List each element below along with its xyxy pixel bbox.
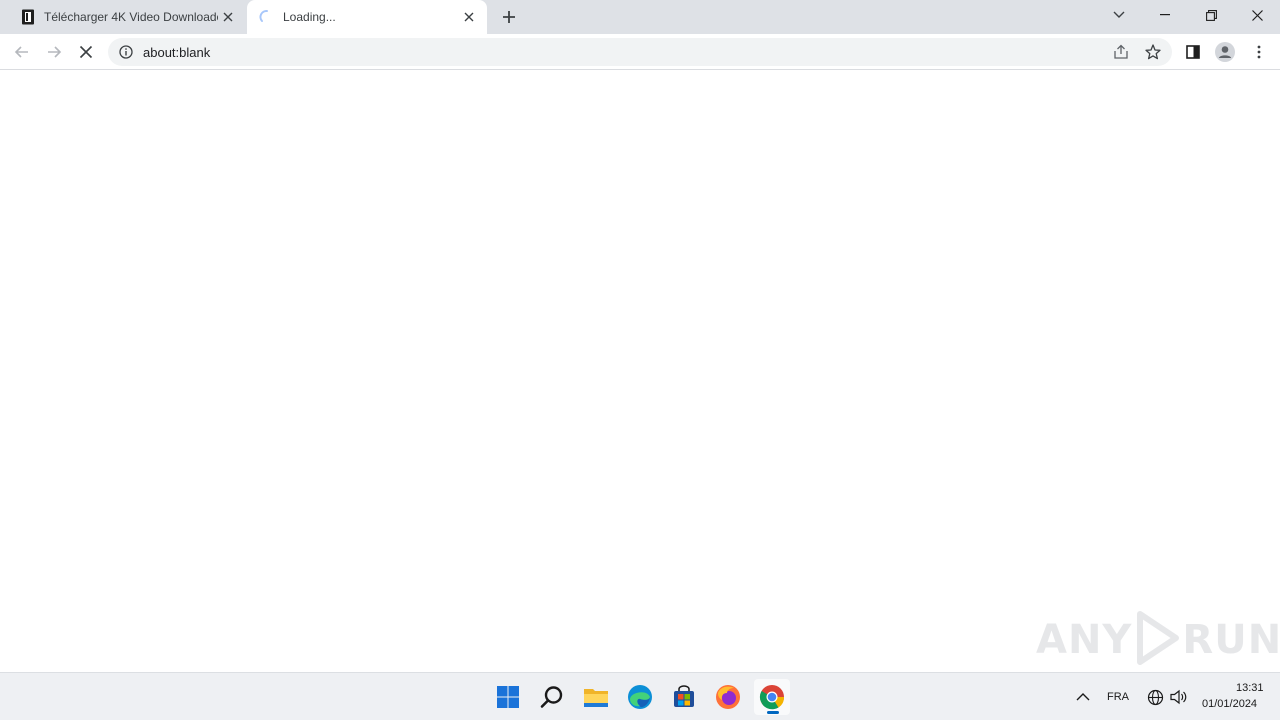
back-button[interactable] — [9, 39, 35, 65]
active-app-indicator — [767, 711, 779, 714]
address-bar[interactable]: about:blank — [108, 38, 1172, 66]
show-hidden-icons-chevron-icon[interactable] — [1074, 688, 1092, 706]
input-language-indicator[interactable]: FRA — [1107, 691, 1129, 703]
share-icon[interactable] — [1112, 43, 1130, 61]
more-menu-icon[interactable] — [1246, 39, 1272, 65]
close-tab-icon[interactable] — [218, 7, 238, 27]
close-tab-icon[interactable] — [459, 7, 479, 27]
browser-window: Télécharger 4K Video Downloader Loading.… — [0, 0, 1280, 672]
volume-speaker-icon[interactable] — [1170, 688, 1188, 706]
url-text[interactable]: about:blank — [143, 45, 210, 60]
start-button[interactable] — [490, 679, 526, 715]
chrome-icon[interactable] — [754, 679, 790, 715]
firefox-icon[interactable] — [710, 679, 746, 715]
new-tab-button[interactable] — [498, 6, 520, 28]
watermark-text-left: ANY — [1036, 617, 1133, 663]
clock-date[interactable]: 01/01/2024 — [1202, 698, 1257, 710]
file-explorer-icon[interactable] — [578, 679, 614, 715]
minimize-button[interactable] — [1142, 0, 1188, 30]
browser-toolbar: about:blank — [0, 34, 1280, 70]
side-panel-button[interactable] — [1180, 39, 1206, 65]
page-content — [0, 71, 1280, 672]
loading-spinner-icon — [259, 9, 275, 25]
tab-search-button[interactable] — [1096, 0, 1142, 30]
clock-time[interactable]: 13:31 — [1236, 682, 1264, 694]
tab-title: Télécharger 4K Video Downloader — [44, 10, 218, 24]
edge-browser-icon[interactable] — [622, 679, 658, 715]
anyrun-watermark: ANY RUN — [1036, 610, 1280, 671]
tab-strip: Télécharger 4K Video Downloader Loading.… — [0, 0, 1280, 34]
forward-button[interactable] — [41, 39, 67, 65]
bookmark-star-icon[interactable] — [1144, 43, 1162, 61]
document-favicon-icon — [20, 9, 36, 25]
stop-loading-button[interactable] — [73, 39, 99, 65]
site-info-icon[interactable] — [118, 44, 134, 60]
watermark-text-right: RUN — [1182, 617, 1280, 663]
play-logo-icon — [1134, 610, 1180, 671]
close-window-button[interactable] — [1234, 0, 1280, 30]
tab-title: Loading... — [283, 10, 336, 24]
windows-taskbar: FRA 13:31 01/01/2024 — [0, 672, 1280, 720]
profile-avatar-icon[interactable] — [1212, 39, 1238, 65]
search-button[interactable] — [534, 679, 570, 715]
restore-button[interactable] — [1188, 0, 1234, 30]
network-globe-icon[interactable] — [1146, 688, 1164, 706]
tab-loading[interactable]: Loading... — [247, 0, 487, 34]
microsoft-store-icon[interactable] — [666, 679, 702, 715]
tab-4k-video-downloader[interactable]: Télécharger 4K Video Downloader — [8, 0, 246, 34]
